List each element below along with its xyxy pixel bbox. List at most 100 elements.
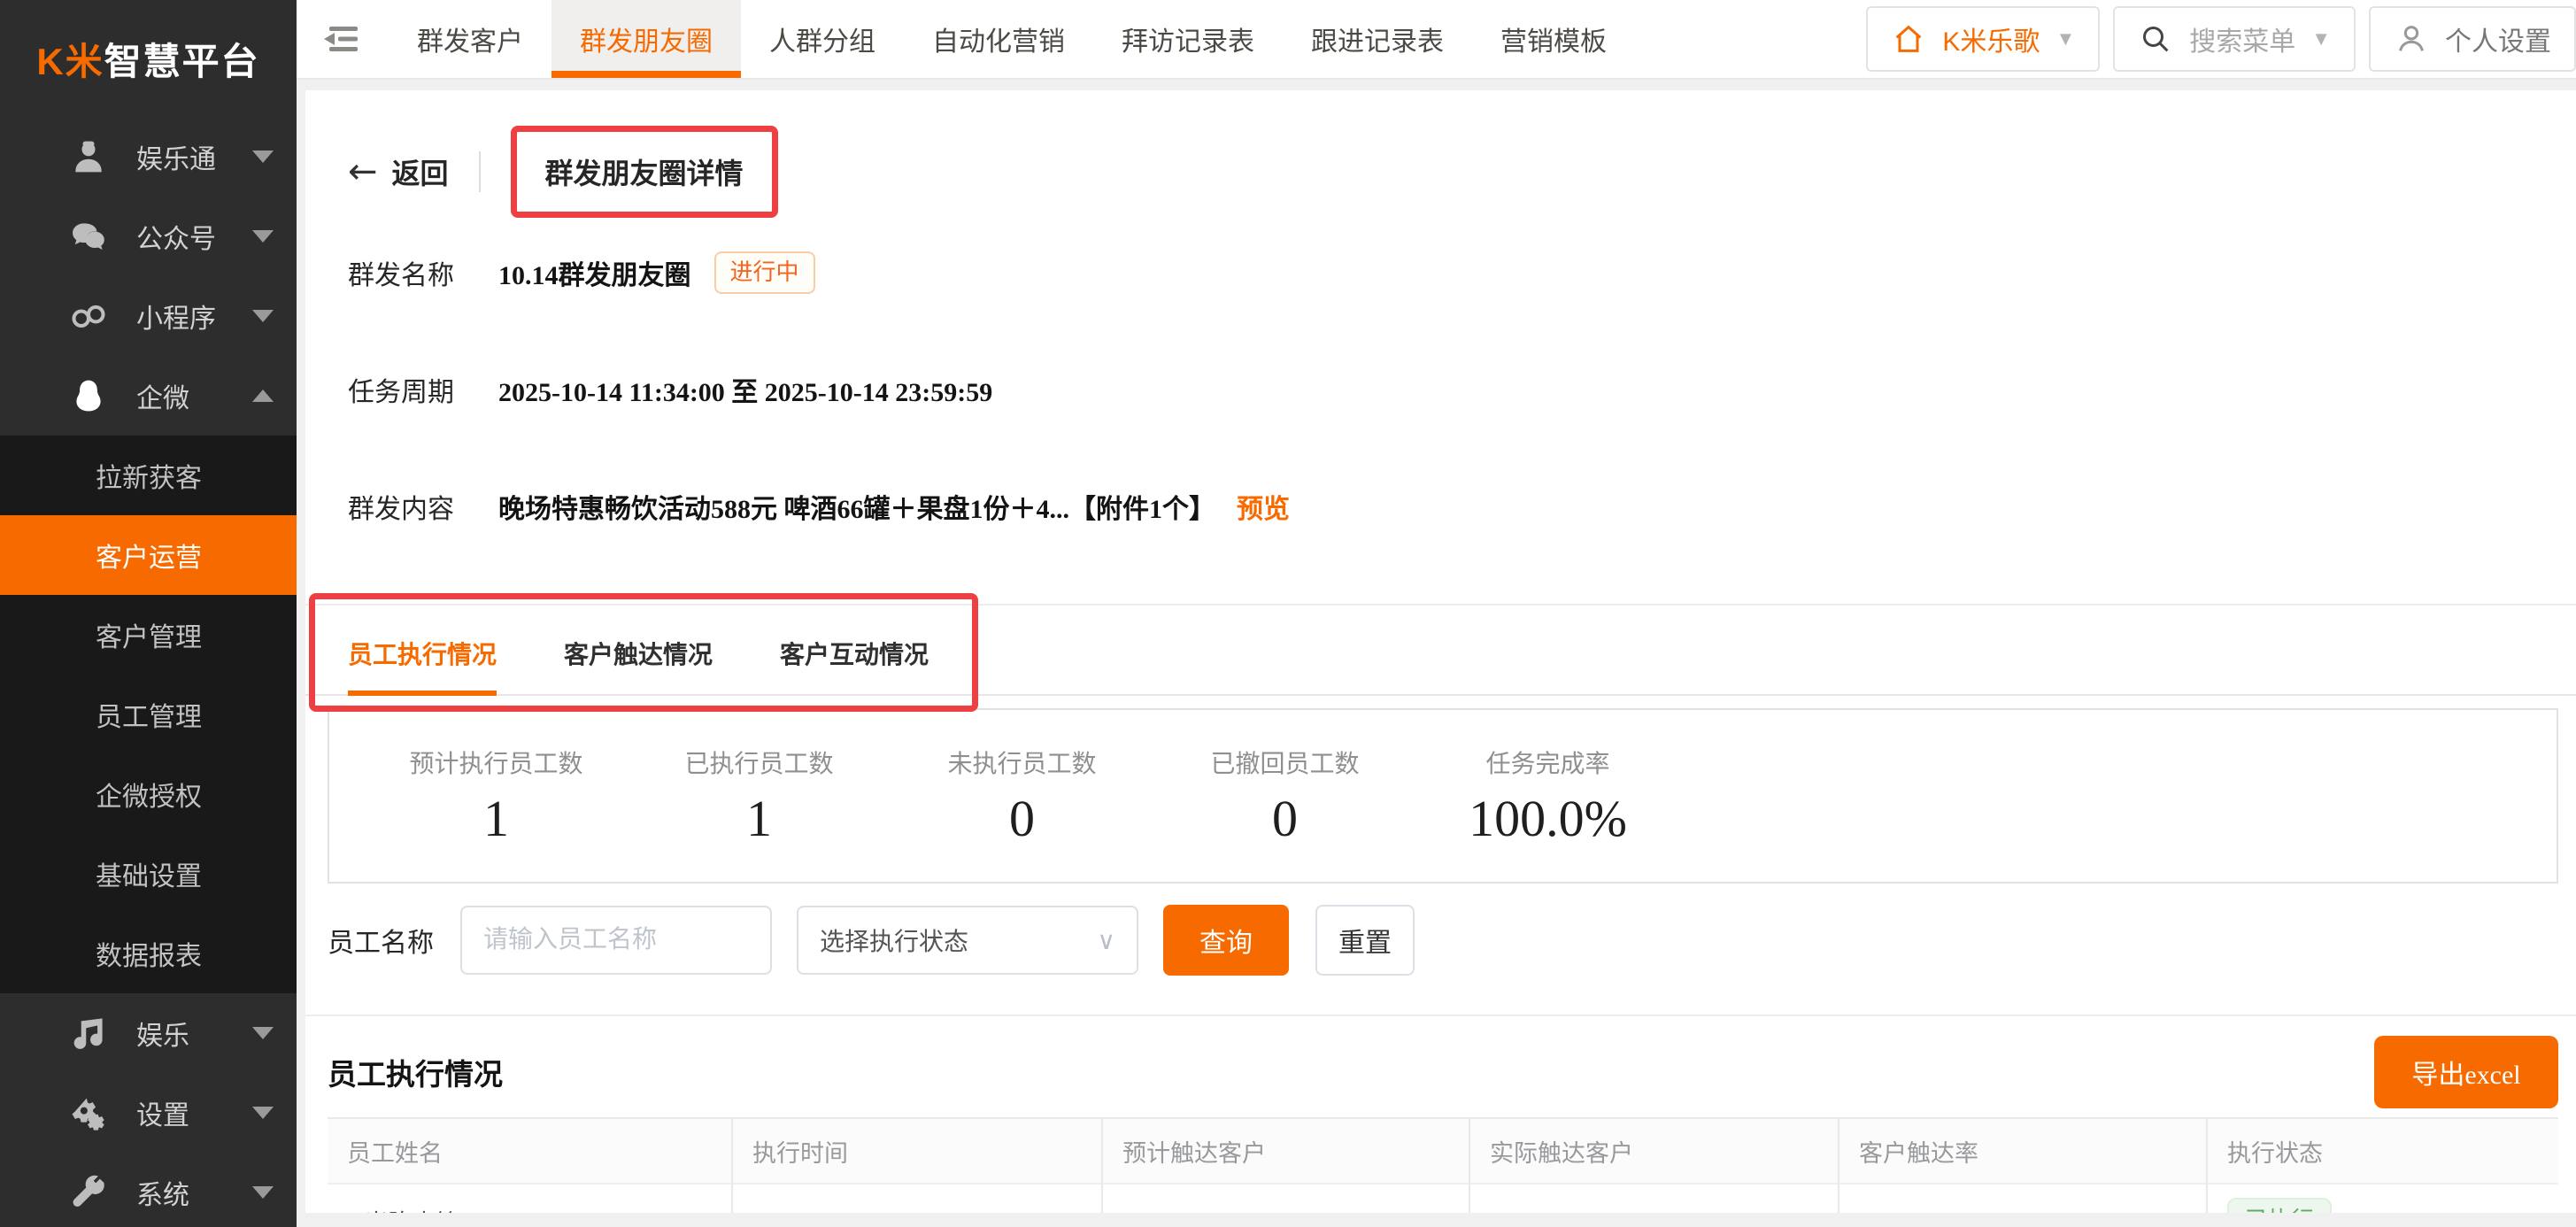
stat-value: 0 [1153, 791, 1416, 847]
tab-customer-interaction[interactable]: 客户互动情况 [780, 636, 929, 694]
cell-actual-reach: 166 [1469, 1184, 1839, 1213]
logo-text: 智慧平台 [104, 32, 260, 86]
sidebar-item-customer-management[interactable]: 客户管理 [0, 595, 297, 675]
sidebar-item-entertainment-agent[interactable]: 娱乐通 [0, 117, 297, 197]
tab-customer-reach[interactable]: 客户触达情况 [564, 636, 713, 694]
tab-group-send-customers[interactable]: 群发客户 [389, 0, 551, 78]
field-label: 任务周期 [348, 370, 498, 409]
personal-settings[interactable]: 个人设置 [2369, 6, 2576, 72]
table-row: K米陈志锋 2025-10-14 11:36:02 171 166 97.08%… [328, 1184, 2558, 1213]
personal-settings-label: 个人设置 [2445, 19, 2551, 58]
sidebar-item-official-account[interactable]: 公众号 [0, 197, 297, 276]
annotation-box-title: 群发朋友圈详情 [511, 126, 778, 218]
tab-group-send-moments[interactable]: 群发朋友圈 [551, 0, 741, 78]
task-name-value: 10.14群发朋友圈 [498, 253, 691, 292]
stat-label: 已撤回员工数 [1153, 745, 1416, 780]
user-icon [2394, 21, 2429, 57]
sidebar-item-entertainment[interactable]: 娱乐 [0, 993, 297, 1073]
wechat-icon [67, 215, 110, 258]
stat-withdrawn-employees: 已撤回员工数 0 [1153, 745, 1416, 847]
filter-bar: 员工名称 选择执行状态 ∨ 查询 重置 [328, 905, 2558, 976]
status-badge-executed: 已执行 [2227, 1198, 2332, 1213]
sidebar-item-label: 企微 [136, 376, 252, 415]
tab-visit-records[interactable]: 拜访记录表 [1093, 0, 1283, 78]
field-label: 群发名称 [348, 253, 498, 292]
employee-name-input[interactable] [460, 906, 772, 975]
execution-status-select[interactable]: 选择执行状态 ∨ [797, 906, 1138, 975]
chevron-down-icon [252, 1027, 274, 1039]
stat-value: 0 [891, 791, 1153, 847]
sidebar-item-label: 小程序 [136, 297, 252, 336]
top-nav-tabs: 群发客户 群发朋友圈 人群分组 自动化营销 拜访记录表 跟进记录表 营销模板 [389, 0, 1635, 78]
main-area: 群发客户 群发朋友圈 人群分组 自动化营销 拜访记录表 跟进记录表 营销模板 K… [297, 0, 2576, 1227]
menu-search-label: 搜索菜单 [2189, 19, 2295, 58]
stat-value: 100.0% [1416, 791, 1679, 847]
topbar-right: K米乐歌 ▼ 搜索菜单 ▼ 个人设置 [1866, 0, 2576, 78]
tab-marketing-automation[interactable]: 自动化营销 [904, 0, 1093, 78]
sidebar-item-system[interactable]: 系统 [0, 1153, 297, 1227]
search-icon [2138, 21, 2173, 57]
task-period-value: 2025-10-14 11:34:00 至 2025-10-14 23:59:5… [498, 370, 992, 409]
export-excel-button[interactable]: 导出excel [2374, 1036, 2558, 1108]
field-task-period: 任务周期 2025-10-14 11:34:00 至 2025-10-14 23… [348, 370, 2534, 409]
sidebar: K米智慧平台 娱乐通 公众号 小程序 企微 拉新获客 客户运营 客户管理 员工管… [0, 0, 297, 1227]
page-title: 群发朋友圈详情 [545, 158, 744, 189]
tab-audience-groups[interactable]: 人群分组 [741, 0, 904, 78]
sidebar-item-customer-operations[interactable]: 客户运营 [0, 515, 297, 595]
table-section-header: 员工执行情况 导出excel [305, 1016, 2576, 1114]
sidebar-item-label: 娱乐 [136, 1014, 252, 1053]
chevron-down-icon [252, 230, 274, 243]
chevron-down-icon [252, 150, 274, 163]
stat-label: 任务完成率 [1416, 745, 1679, 780]
app-logo: K米智慧平台 [0, 0, 297, 117]
sidebar-item-settings[interactable]: 设置 [0, 1073, 297, 1153]
home-icon [1891, 21, 1926, 57]
search-button[interactable]: 查询 [1163, 905, 1289, 976]
logo-brand: K米 [36, 32, 104, 86]
sidebar-item-miniprogram[interactable]: 小程序 [0, 276, 297, 356]
back-button[interactable]: ← 返回 [348, 151, 449, 192]
stat-label: 未执行员工数 [891, 745, 1153, 780]
gear-icon [67, 1092, 110, 1134]
column-header-execution-status: 执行状态 [2207, 1118, 2558, 1184]
stat-expected-employees: 预计执行员工数 1 [365, 745, 628, 847]
sidebar-item-qiwei-authorization[interactable]: 企微授权 [0, 754, 297, 834]
topbar-spacer [1635, 0, 1866, 78]
sidebar-submenu-qiwei: 拉新获客 客户运营 客户管理 员工管理 企微授权 基础设置 数据报表 [0, 436, 297, 993]
agent-icon [67, 135, 110, 178]
back-label: 返回 [392, 151, 449, 192]
chevron-down-icon: ▼ [2311, 27, 2331, 50]
menu-search[interactable]: 搜索菜单 ▼ [2113, 6, 2356, 72]
field-task-name: 群发名称 10.14群发朋友圈 进行中 [348, 253, 2534, 292]
stat-label: 已执行员工数 [628, 745, 891, 780]
chevron-down-icon [252, 1107, 274, 1119]
chevron-down-icon: ∨ [1098, 926, 1116, 955]
sidebar-item-basic-settings[interactable]: 基础设置 [0, 834, 297, 914]
chevron-down-icon [252, 1186, 274, 1199]
sidebar-item-employee-management[interactable]: 员工管理 [0, 675, 297, 754]
sidebar-item-label: 娱乐通 [136, 137, 252, 176]
header-divider [479, 151, 481, 192]
cell-reach-rate: 97.08% [1839, 1184, 2207, 1213]
reset-button[interactable]: 重置 [1315, 905, 1415, 976]
select-value: 选择执行状态 [820, 922, 968, 958]
column-header-reach-rate: 客户触达率 [1839, 1118, 2207, 1184]
chevron-down-icon: ▼ [2055, 27, 2075, 50]
tab-employee-execution[interactable]: 员工执行情况 [348, 636, 497, 694]
tab-marketing-templates[interactable]: 营销模板 [1472, 0, 1635, 78]
detail-tabs-row: 员工执行情况 客户触达情况 客户互动情况 [305, 636, 2576, 696]
column-header-execution-time: 执行时间 [732, 1118, 1102, 1184]
column-header-actual-reach: 实际触达客户 [1469, 1118, 1839, 1184]
sidebar-item-qiwei[interactable]: 企微 [0, 356, 297, 436]
venue-name: K米乐歌 [1942, 19, 2040, 58]
wrench-icon [67, 1171, 110, 1214]
field-task-content: 群发内容 晚场特惠畅饮活动588元 啤酒66罐＋果盘1份＋4...【附件1个】 … [348, 487, 2534, 526]
collapse-sidebar-icon[interactable] [297, 0, 389, 78]
preview-link[interactable]: 预览 [1237, 487, 1290, 526]
tab-followup-records[interactable]: 跟进记录表 [1283, 0, 1472, 78]
venue-selector[interactable]: K米乐歌 ▼ [1866, 6, 2100, 72]
sidebar-item-new-customer-acquisition[interactable]: 拉新获客 [0, 436, 297, 515]
sidebar-item-label: 系统 [136, 1173, 252, 1212]
sidebar-item-data-reports[interactable]: 数据报表 [0, 914, 297, 993]
stat-executed-employees: 已执行员工数 1 [628, 745, 891, 847]
